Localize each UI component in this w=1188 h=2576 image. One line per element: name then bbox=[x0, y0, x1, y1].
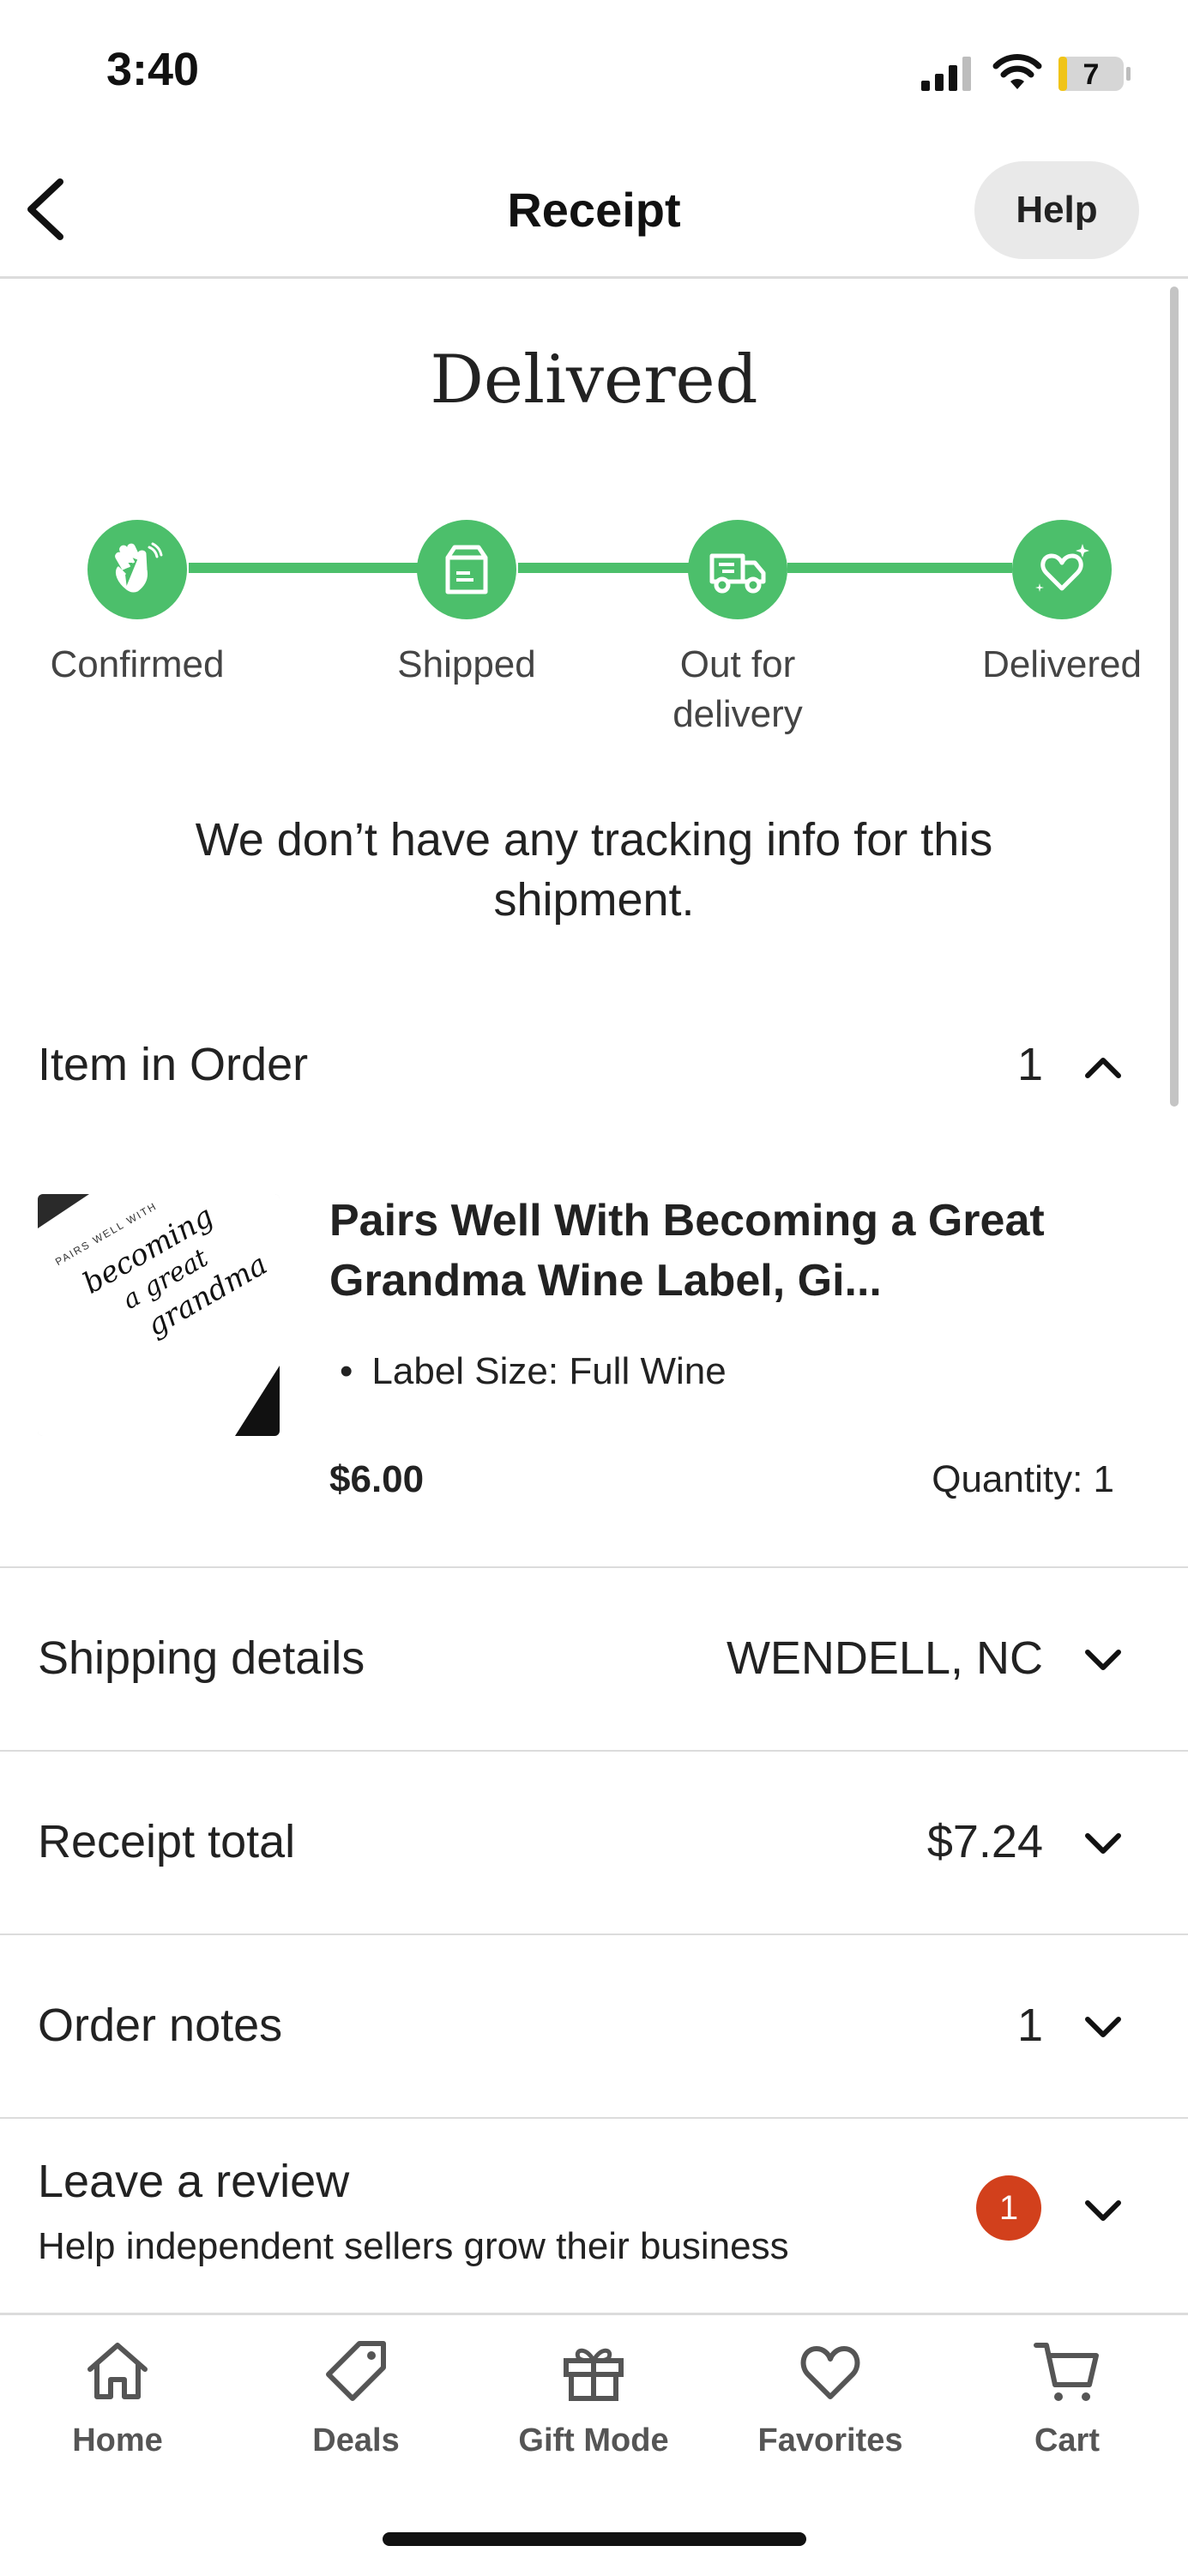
tab-favorites[interactable]: Favorites bbox=[736, 2335, 925, 2472]
step-shipped bbox=[417, 520, 516, 619]
chevron-down-icon[interactable] bbox=[1084, 1649, 1122, 1674]
divider bbox=[0, 1566, 1188, 1568]
tab-cart-label: Cart bbox=[1034, 2422, 1101, 2458]
help-button[interactable]: Help bbox=[974, 161, 1139, 259]
order-notes-label: Order notes bbox=[38, 2000, 283, 2051]
box-icon bbox=[445, 545, 488, 594]
tab-gift-mode-label: Gift Mode bbox=[518, 2422, 669, 2458]
divider bbox=[0, 2117, 1188, 2119]
delivery-truck-icon bbox=[709, 553, 766, 594]
order-status-title: Delivered bbox=[430, 341, 758, 419]
items-count: 1 bbox=[1016, 1039, 1043, 1090]
chevron-down-icon[interactable] bbox=[1084, 1832, 1122, 1858]
item-title[interactable]: Pairs Well With Becoming a Great Grandma… bbox=[329, 1191, 1093, 1311]
wifi-icon bbox=[992, 54, 1042, 89]
header-divider bbox=[0, 276, 1188, 279]
cart-icon bbox=[1034, 2343, 1099, 2401]
shipping-value: WENDELL, NC bbox=[726, 1632, 1043, 1684]
heart-icon bbox=[800, 2346, 860, 2399]
tab-home-label: Home bbox=[72, 2422, 163, 2458]
item-variation-text: Label Size: Full Wine bbox=[371, 1350, 727, 1392]
gift-icon bbox=[564, 2348, 624, 2401]
divider bbox=[0, 1934, 1188, 1935]
review-title: Leave a review bbox=[38, 2156, 350, 2207]
shipping-label: Shipping details bbox=[38, 1632, 365, 1684]
items-section-label: Item in Order bbox=[38, 1039, 309, 1090]
chevron-down-icon[interactable] bbox=[1084, 2016, 1122, 2042]
battery-level: 7 bbox=[1082, 58, 1100, 91]
status-time: 3:40 bbox=[106, 44, 200, 95]
order-notes-count: 1 bbox=[1016, 2000, 1043, 2051]
tab-deals[interactable]: Deals bbox=[262, 2335, 450, 2472]
step-delivered bbox=[1012, 520, 1112, 619]
heart-sparkle-icon bbox=[1035, 544, 1089, 592]
item-variation: • Label Size: Full Wine bbox=[340, 1350, 727, 1393]
step-label-out-for-delivery: Out for delivery bbox=[672, 643, 803, 735]
tab-deals-label: Deals bbox=[312, 2422, 400, 2458]
divider bbox=[0, 1750, 1188, 1752]
home-icon bbox=[87, 2343, 148, 2399]
step-confirmed bbox=[87, 520, 187, 619]
item-quantity: Quantity: 1 bbox=[932, 1458, 1114, 1500]
step-label-delivered: Delivered bbox=[982, 643, 1142, 685]
tab-home[interactable]: Home bbox=[23, 2335, 212, 2472]
step-label-confirmed: Confirmed bbox=[50, 643, 225, 685]
receipt-total-label: Receipt total bbox=[38, 1816, 296, 1867]
tab-favorites-label: Favorites bbox=[757, 2422, 903, 2458]
progress-line-1 bbox=[189, 563, 420, 573]
battery-icon: 7 bbox=[1057, 55, 1132, 93]
step-out-for-delivery bbox=[688, 520, 787, 619]
tag-icon bbox=[326, 2341, 386, 2401]
chevron-down-icon[interactable] bbox=[1084, 2199, 1122, 2225]
tab-cart[interactable]: Cart bbox=[973, 2335, 1161, 2472]
cellular-signal-icon bbox=[921, 57, 971, 91]
item-price: $6.00 bbox=[329, 1458, 425, 1500]
receipt-total-value: $7.24 bbox=[926, 1816, 1043, 1867]
item-thumbnail[interactable]: PAIRS WELL WITH becoming a great grandma bbox=[38, 1194, 280, 1436]
review-subtitle: Help independent sellers grow their busi… bbox=[38, 2225, 789, 2267]
step-label-shipped: Shipped bbox=[397, 643, 536, 685]
progress-line-2 bbox=[518, 563, 690, 573]
home-indicator[interactable] bbox=[383, 2532, 806, 2546]
progress-line-3 bbox=[787, 563, 1012, 573]
hand-wave-icon bbox=[115, 542, 163, 593]
chevron-up-icon[interactable] bbox=[1084, 1053, 1122, 1079]
tracking-message: We don’t have any tracking info for this… bbox=[195, 814, 993, 926]
notification-badge: 1 bbox=[976, 2175, 1041, 2241]
tab-gift-mode[interactable]: Gift Mode bbox=[499, 2335, 688, 2472]
bullet: • bbox=[340, 1350, 353, 1392]
